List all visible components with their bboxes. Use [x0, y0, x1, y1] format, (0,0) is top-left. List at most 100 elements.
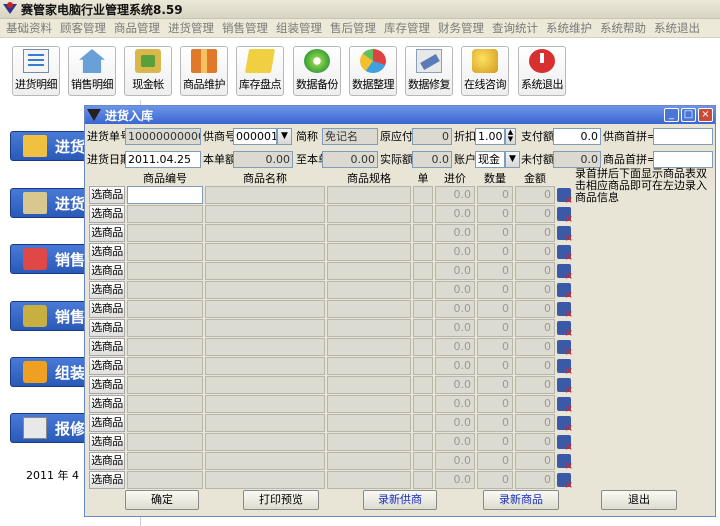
grid-cell[interactable]: 0: [515, 205, 555, 223]
grid-cell[interactable]: [327, 395, 411, 413]
select-goods-button[interactable]: 选商品: [89, 376, 125, 394]
delete-row-icon[interactable]: [557, 245, 573, 263]
supplier-pinyin-input[interactable]: [653, 128, 713, 145]
ok-button[interactable]: 确定: [125, 490, 199, 510]
grid-cell[interactable]: 0: [477, 452, 513, 470]
select-goods-button[interactable]: 选商品: [89, 186, 125, 204]
grid-cell[interactable]: 0: [477, 395, 513, 413]
grid-cell[interactable]: 0.0: [435, 376, 475, 394]
select-goods-button[interactable]: 选商品: [89, 471, 125, 489]
select-goods-button[interactable]: 选商品: [89, 300, 125, 318]
grid-cell[interactable]: 0: [515, 471, 555, 489]
grid-cell[interactable]: [205, 262, 325, 280]
grid-cell[interactable]: 0: [477, 357, 513, 375]
menu-item[interactable]: 系统维护: [542, 20, 596, 36]
grid-cell[interactable]: 0: [477, 224, 513, 242]
grid-cell[interactable]: [413, 300, 433, 318]
grid-cell[interactable]: [127, 186, 203, 204]
menu-item[interactable]: 进货管理: [164, 20, 218, 36]
account-select[interactable]: 现金: [475, 151, 505, 168]
grid-cell[interactable]: [413, 224, 433, 242]
grid-cell[interactable]: 0: [515, 395, 555, 413]
grid-cell[interactable]: [413, 205, 433, 223]
grid-cell[interactable]: [205, 319, 325, 337]
toolbar-button[interactable]: 销售明细: [68, 46, 116, 96]
new-supplier-button[interactable]: 录新供商: [363, 490, 437, 510]
grid-cell[interactable]: [327, 433, 411, 451]
discount-spinner-icon[interactable]: ▲ ▼: [505, 128, 516, 145]
select-goods-button[interactable]: 选商品: [89, 262, 125, 280]
grid-cell[interactable]: 0: [515, 224, 555, 242]
delete-row-icon[interactable]: [557, 454, 573, 472]
exit-button[interactable]: 退出: [601, 490, 677, 510]
new-goods-button[interactable]: 录新商品: [483, 490, 559, 510]
menu-item[interactable]: 顾客管理: [56, 20, 110, 36]
grid-cell[interactable]: 0: [477, 433, 513, 451]
grid-cell[interactable]: 0: [515, 319, 555, 337]
toolbar-button[interactable]: 进货明细: [12, 46, 60, 96]
grid-cell[interactable]: [205, 224, 325, 242]
grid-cell[interactable]: 0.0: [435, 281, 475, 299]
select-goods-button[interactable]: 选商品: [89, 243, 125, 261]
goods-pinyin-input[interactable]: [653, 151, 713, 168]
grid-cell[interactable]: 0.0: [435, 262, 475, 280]
grid-cell[interactable]: [413, 281, 433, 299]
grid-cell[interactable]: 0: [515, 281, 555, 299]
grid-cell[interactable]: [327, 338, 411, 356]
grid-cell[interactable]: 0: [515, 414, 555, 432]
delete-row-icon[interactable]: [557, 473, 573, 491]
select-goods-button[interactable]: 选商品: [89, 338, 125, 356]
minimize-icon[interactable]: _: [664, 108, 679, 122]
grid-cell[interactable]: 0: [477, 414, 513, 432]
toolbar-button[interactable]: 数据修复: [405, 46, 453, 96]
grid-cell[interactable]: [413, 262, 433, 280]
delete-row-icon[interactable]: [557, 226, 573, 244]
grid-cell[interactable]: 0.0: [435, 300, 475, 318]
account-dropdown-icon[interactable]: ▼: [505, 151, 520, 168]
paid-field[interactable]: 0.0: [553, 128, 601, 145]
grid-cell[interactable]: [327, 243, 411, 261]
menu-item[interactable]: 查询统计: [488, 20, 542, 36]
toolbar-button[interactable]: 商品维护: [180, 46, 228, 96]
grid-cell[interactable]: 0: [477, 338, 513, 356]
toolbar-button[interactable]: 在线咨询: [461, 46, 509, 96]
grid-cell[interactable]: 0.0: [435, 338, 475, 356]
close-icon[interactable]: ×: [698, 108, 713, 122]
grid-cell[interactable]: [127, 471, 203, 489]
grid-cell[interactable]: 0.0: [435, 243, 475, 261]
grid-cell[interactable]: [413, 186, 433, 204]
grid-cell[interactable]: [413, 338, 433, 356]
delete-row-icon[interactable]: [557, 378, 573, 396]
toolbar-button[interactable]: 数据备份: [293, 46, 341, 96]
grid-cell[interactable]: [127, 433, 203, 451]
grid-cell[interactable]: 0: [477, 205, 513, 223]
grid-cell[interactable]: 0: [515, 300, 555, 318]
grid-cell[interactable]: 0: [515, 433, 555, 451]
grid-cell[interactable]: 0: [515, 262, 555, 280]
menu-item[interactable]: 售后管理: [326, 20, 380, 36]
grid-cell[interactable]: [127, 452, 203, 470]
grid-cell[interactable]: [205, 357, 325, 375]
grid-cell[interactable]: [327, 414, 411, 432]
delete-row-icon[interactable]: [557, 188, 573, 206]
grid-cell[interactable]: [127, 376, 203, 394]
grid-cell[interactable]: 0.0: [435, 433, 475, 451]
grid-cell[interactable]: [413, 452, 433, 470]
grid-cell[interactable]: 0: [515, 376, 555, 394]
select-goods-button[interactable]: 选商品: [89, 319, 125, 337]
grid-cell[interactable]: [413, 471, 433, 489]
grid-cell[interactable]: [327, 224, 411, 242]
grid-cell[interactable]: 0: [477, 376, 513, 394]
grid-cell[interactable]: 0: [477, 243, 513, 261]
grid-cell[interactable]: [327, 300, 411, 318]
grid-cell[interactable]: [127, 357, 203, 375]
grid-cell[interactable]: 0.0: [435, 224, 475, 242]
grid-cell[interactable]: [327, 452, 411, 470]
delete-row-icon[interactable]: [557, 207, 573, 225]
grid-cell[interactable]: [327, 262, 411, 280]
select-goods-button[interactable]: 选商品: [89, 414, 125, 432]
grid-cell[interactable]: [205, 395, 325, 413]
supplier-no-field[interactable]: 000001: [233, 128, 277, 145]
maximize-icon[interactable]: □: [681, 108, 696, 122]
select-goods-button[interactable]: 选商品: [89, 357, 125, 375]
